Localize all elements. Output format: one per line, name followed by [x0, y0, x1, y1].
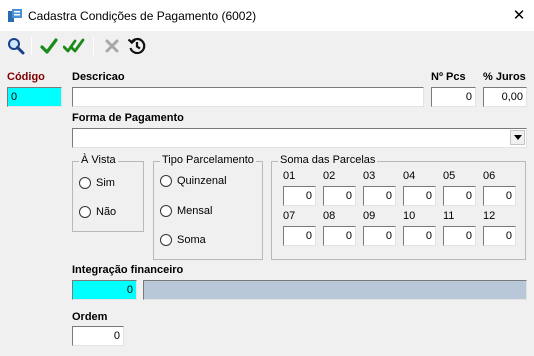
parcela-field[interactable]: 0 [323, 186, 356, 206]
parcela-field[interactable]: 0 [483, 226, 516, 246]
radio-mensal[interactable]: Mensal [160, 205, 212, 217]
dropdown-arrow[interactable] [510, 130, 525, 145]
history-icon [127, 37, 146, 55]
confirm-button[interactable] [38, 35, 60, 57]
forma-pagamento-select[interactable] [72, 128, 527, 148]
parcela-label: 12 [483, 210, 496, 222]
radio-mensal-label: Mensal [177, 205, 213, 217]
parcela-field[interactable]: 0 [403, 226, 436, 246]
x-icon [105, 39, 119, 53]
parcela-field[interactable]: 0 [363, 226, 396, 246]
radio-nao[interactable]: Não [79, 206, 116, 218]
magnifier-icon [8, 38, 25, 55]
radio-soma[interactable]: Soma [160, 234, 206, 246]
num-pcs-label: Nº Pcs [431, 71, 466, 83]
radio-button[interactable] [160, 175, 172, 187]
app-icon [8, 9, 22, 22]
parcela-label: 04 [403, 170, 416, 182]
parcela-label: 05 [443, 170, 456, 182]
radio-button[interactable] [79, 177, 91, 189]
parcela-label: 09 [363, 210, 376, 222]
double-check-icon [63, 38, 85, 53]
search-button[interactable] [5, 35, 27, 57]
close-button[interactable]: ✕ [508, 5, 530, 25]
codigo-label: Código [7, 71, 45, 83]
check-icon [40, 38, 58, 54]
confirm-all-button[interactable] [63, 35, 85, 57]
radio-button[interactable] [160, 234, 172, 246]
parcela-label: 01 [283, 170, 296, 182]
descricao-label: Descricao [72, 71, 125, 83]
descricao-field[interactable] [72, 87, 424, 107]
parcela-label: 07 [283, 210, 296, 222]
radio-sim[interactable]: Sim [79, 177, 115, 189]
a-vista-title: À Vista [79, 154, 118, 166]
window-title: Cadastra Condições de Pagamento (6002) [28, 9, 257, 23]
parcela-label: 10 [403, 210, 416, 222]
radio-soma-label: Soma [177, 234, 206, 246]
tipo-parcelamento-title: Tipo Parcelamento [160, 154, 256, 166]
radio-button[interactable] [160, 205, 172, 217]
toolbar [0, 31, 534, 61]
a-vista-group: À Vista Sim Não [72, 154, 144, 232]
radio-sim-label: Sim [96, 177, 115, 189]
parcela-field[interactable]: 0 [363, 186, 396, 206]
ordem-field[interactable]: 0 [72, 326, 124, 346]
parcela-label: 06 [483, 170, 496, 182]
parcela-label: 11 [443, 210, 455, 222]
parcela-label: 02 [323, 170, 336, 182]
parcela-field[interactable]: 0 [283, 226, 316, 246]
juros-field[interactable]: 0,00 [483, 87, 527, 107]
tipo-parcelamento-group: Tipo Parcelamento Quinzenal Mensal Soma [153, 154, 263, 260]
title-bar: Cadastra Condições de Pagamento (6002) ✕ [0, 0, 534, 31]
ordem-label: Ordem [72, 311, 108, 323]
parcela-label: 03 [363, 170, 376, 182]
cancel-button[interactable] [101, 35, 123, 57]
juros-label: % Juros [483, 71, 526, 83]
parcela-field[interactable]: 0 [443, 226, 476, 246]
parcela-field[interactable]: 0 [283, 186, 316, 206]
integracao-code-field[interactable]: 0 [72, 280, 137, 300]
history-button[interactable] [126, 35, 148, 57]
parcela-field[interactable]: 0 [323, 226, 356, 246]
radio-quinzenal[interactable]: Quinzenal [160, 175, 227, 187]
parcela-field[interactable]: 0 [443, 186, 476, 206]
soma-parcelas-title: Soma das Parcelas [278, 154, 378, 166]
codigo-field[interactable]: 0 [7, 87, 62, 107]
parcela-field[interactable]: 0 [483, 186, 516, 206]
radio-button[interactable] [79, 206, 91, 218]
parcela-field[interactable]: 0 [403, 186, 436, 206]
toolbar-separator [31, 37, 32, 55]
forma-pagamento-label: Forma de Pagamento [72, 112, 184, 124]
chevron-down-icon [513, 135, 522, 140]
parcela-label: 08 [323, 210, 336, 222]
integracao-label: Integração financeiro [72, 264, 184, 276]
integracao-description-field [143, 280, 527, 300]
radio-nao-label: Não [96, 206, 117, 218]
close-icon: ✕ [512, 7, 526, 24]
radio-quinzenal-label: Quinzenal [177, 175, 227, 187]
num-pcs-field[interactable]: 0 [431, 87, 476, 107]
toolbar-separator [93, 37, 94, 55]
